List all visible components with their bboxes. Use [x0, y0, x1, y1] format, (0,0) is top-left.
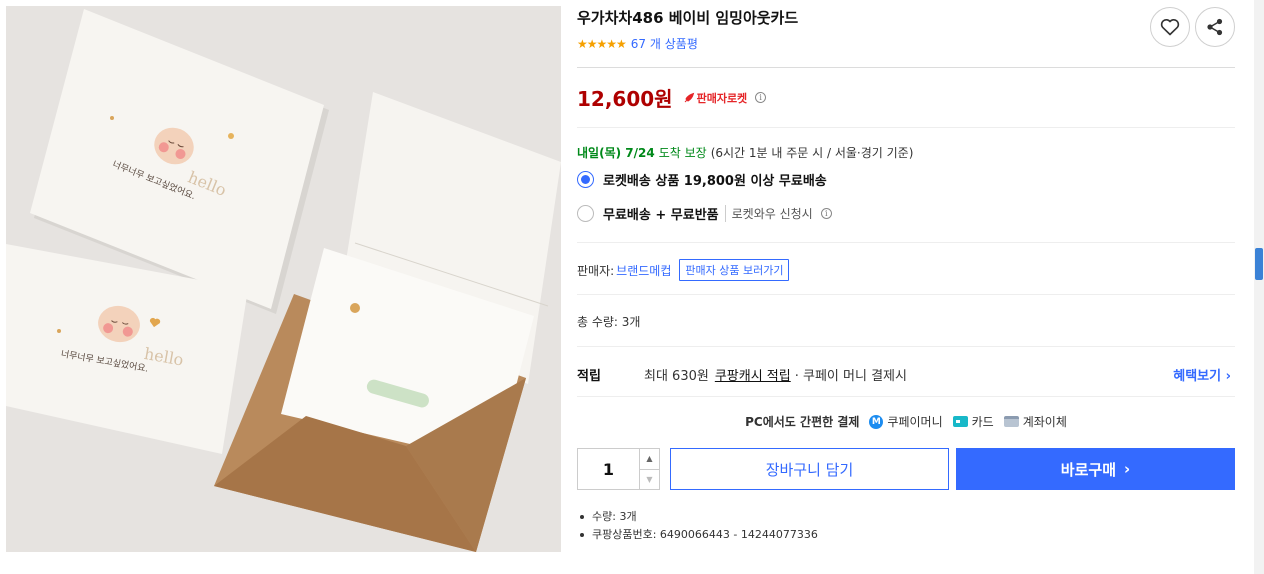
product-info-panel: 우가차차486 베이비 임밍아웃카드 ★★★★★ 67 개 상품평 12,600…: [577, 0, 1235, 574]
shipping-option-free[interactable]: 무료배송 + 무료반품 로켓와우 신청시 i: [577, 204, 832, 223]
reward-condition: · 쿠페이 머니 결제시: [794, 369, 907, 384]
delivery-date: 내일(목) 7/24: [577, 146, 655, 160]
shipping-option-rocket[interactable]: 로켓배송 상품 19,800원 이상 무료배송: [577, 170, 827, 189]
quantity-arrows: ▲ ▼: [639, 449, 659, 489]
buy-now-button[interactable]: 바로구매 ›: [956, 448, 1235, 490]
payment-method-label: 계좌이체: [1022, 415, 1067, 429]
divider: [577, 67, 1235, 68]
total-quantity: 총 수량: 3개: [577, 315, 641, 329]
price-info-icon[interactable]: i: [755, 92, 767, 103]
add-to-cart-button[interactable]: 장바구니 담기: [670, 448, 949, 490]
divider: [577, 396, 1235, 397]
payment-label: PC에서도 간편한 결제: [745, 415, 860, 429]
delivery-note: (6시간 1분 내 주문 시 / 서울·경기 기준): [710, 146, 914, 160]
quantity-decrease-button[interactable]: ▼: [640, 468, 659, 490]
seller-name-link[interactable]: 브랜드메컵: [616, 262, 671, 279]
payment-methods: PC에서도 간편한 결제 M 쿠페이머니 카드 계좌이체: [577, 413, 1235, 430]
coupang-cash-link[interactable]: 쿠팡캐시 적립: [715, 365, 791, 384]
seller-row: 판매자: 브랜드메컵 판매자 상품 보러가기: [577, 259, 790, 281]
quantity-input[interactable]: [578, 449, 639, 489]
divider: [577, 127, 1235, 128]
divider: [577, 242, 1235, 243]
share-button[interactable]: [1195, 7, 1235, 47]
add-to-cart-label: 장바구니 담기: [765, 460, 854, 479]
card-icon: [952, 416, 968, 427]
product-image[interactable]: 너무너무 보고싶었어요. hello 너무너무 보고싶었어요. hello: [6, 6, 561, 552]
rating-row: ★★★★★ 67 개 상품평: [577, 35, 698, 52]
coupay-icon: M: [869, 414, 884, 429]
price-row: 12,600원 판매자로켓 i: [577, 83, 767, 112]
shipping-option-sub: 로켓와우 신청시: [724, 205, 813, 222]
payment-bank: 계좌이체: [1003, 413, 1067, 430]
divider: [577, 294, 1235, 295]
scrollbar[interactable]: [1254, 0, 1264, 574]
review-count-link[interactable]: 67 개 상품평: [631, 35, 698, 52]
quantity-increase-button[interactable]: ▲: [640, 449, 659, 469]
product-photo-illustration: 너무너무 보고싶었어요. hello 너무너무 보고싶었어요. hello: [6, 6, 561, 552]
divider: [577, 346, 1235, 347]
product-specs: 수량: 3개 쿠팡상품번호: 6490066443 - 14244077336: [577, 508, 818, 544]
shipping-option-label: 무료배송 + 무료반품: [603, 208, 719, 223]
price: 12,600원: [577, 87, 673, 111]
quantity-stepper: ▲ ▼: [577, 448, 660, 490]
payment-coupay: M 쿠페이머니: [869, 413, 943, 430]
rocket-badge-label: 판매자로켓: [696, 91, 748, 105]
seller-rocket-badge: 판매자로켓: [683, 90, 748, 106]
bank-transfer-icon: [1003, 416, 1019, 427]
payment-method-label: 카드: [971, 415, 994, 429]
radio-unselected[interactable]: [577, 205, 594, 222]
seller-label: 판매자:: [577, 263, 615, 278]
seller-products-button[interactable]: 판매자 상품 보러가기: [679, 259, 790, 281]
rating-stars: ★★★★★: [577, 36, 627, 51]
reward-row: 적립 최대 630원 쿠팡캐시 적립 · 쿠페이 머니 결제시 혜택보기 ›: [577, 365, 1235, 384]
reward-label: 적립: [577, 369, 601, 384]
shipping-option-label: 로켓배송 상품 19,800원 이상 무료배송: [603, 174, 827, 189]
radio-selected[interactable]: [577, 171, 594, 188]
wishlist-button[interactable]: [1150, 7, 1190, 47]
payment-method-label: 쿠페이머니: [887, 415, 943, 429]
share-icon: [1207, 18, 1223, 36]
heart-icon: [1160, 19, 1180, 36]
delivery-eta: 내일(목) 7/24 도착 보장 (6시간 1분 내 주문 시 / 서울·경기 …: [577, 144, 913, 161]
spec-item: 수량: 3개: [577, 508, 818, 526]
benefit-link[interactable]: 혜택보기 ›: [1173, 365, 1231, 384]
payment-card: 카드: [952, 413, 994, 430]
delivery-guarantee: 도착 보장: [658, 146, 707, 160]
chevron-right-icon: ›: [1124, 460, 1131, 478]
spec-item: 쿠팡상품번호: 6490066443 - 14244077336: [577, 526, 818, 544]
reward-amount: 최대 630원: [644, 369, 709, 384]
rocket-icon: [684, 92, 694, 102]
shipping-info-icon[interactable]: i: [820, 208, 832, 219]
product-title: 우가차차486 베이비 임밍아웃카드: [577, 9, 799, 27]
scrollbar-thumb[interactable]: [1255, 248, 1263, 280]
buy-now-label: 바로구매: [1060, 460, 1116, 479]
